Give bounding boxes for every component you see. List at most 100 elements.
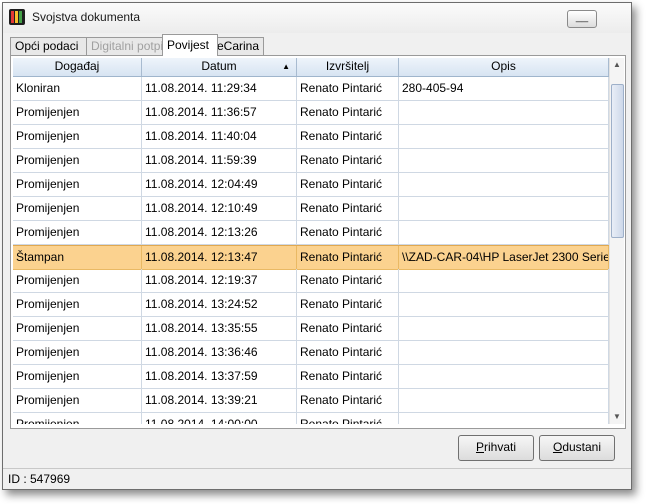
table-header: Događaj Datum ▲ Izvršitelj Opis [13,58,609,77]
column-header-date-label: Datum [201,59,237,73]
tab-history[interactable]: Povijest [162,34,218,56]
cell-description [399,101,609,125]
accept-button-label: Prihvati [475,440,517,454]
cell-user: Renato Pintarić [297,77,399,101]
cell-user: Renato Pintarić [297,365,399,389]
document-id: ID : 547969 [8,472,71,486]
cell-event: Promijenjen [13,149,142,173]
title-bar: Svojstva dokumenta __ [3,3,631,33]
cell-event: Promijenjen [13,293,142,317]
cell-description [399,293,609,317]
cell-date: 11.08.2014. 13:37:59 [142,365,297,389]
cell-event: Promijenjen [13,413,142,424]
cell-date: 11.08.2014. 14:00:00 [142,413,297,424]
cell-date: 11.08.2014. 12:19:37 [142,269,297,293]
scroll-up-arrow-icon[interactable]: ▲ [610,58,624,72]
cell-date: 11.08.2014. 13:24:52 [142,293,297,317]
cell-user: Renato Pintarić [297,149,399,173]
cell-description [399,221,609,245]
table-row[interactable]: Promijenjen 11.08.2014. 12:04:49 Renato Pi… [13,173,609,197]
cell-event: Kloniran [13,77,142,101]
tab-ecarina[interactable]: eCarina [212,37,264,55]
tab-digital-signature: Digitalni potpis [86,37,169,55]
cell-date: 11.08.2014. 11:29:34 [142,77,297,101]
history-table[interactable]: Događaj Datum ▲ Izvršitelj Opis Kloniran… [13,58,609,424]
cell-event: Promijenjen [13,125,142,149]
cell-date: 11.08.2014. 11:40:04 [142,125,297,149]
column-header-event[interactable]: Događaj [13,58,142,76]
table-row-selected[interactable]: Štampan 11.08.2014. 12:13:47 Renato Pintar… [13,245,609,270]
cell-date: 11.08.2014. 12:04:49 [142,173,297,197]
document-properties-window: Svojstva dokumenta __ Opći podaci Digita… [2,2,632,490]
table-row[interactable]: Promijenjen 11.08.2014. 11:36:57 Renato Pi… [13,101,609,125]
table-row[interactable]: Promijenjen 11.08.2014. 13:37:59 Renato Pi… [13,365,609,389]
column-header-user[interactable]: Izvršitelj [297,58,399,76]
cell-date: 11.08.2014. 13:39:21 [142,389,297,413]
cell-event: Promijenjen [13,317,142,341]
cell-user: Renato Pintarić [297,101,399,125]
table-row[interactable]: Promijenjen 11.08.2014. 12:10:49 Renato Pi… [13,197,609,221]
cancel-button-label: Odustani [552,440,602,454]
table-row[interactable]: Promijenjen 11.08.2014. 11:40:04 Renato Pi… [13,125,609,149]
tab-strip: Opći podaci Digitalni potpis Povijest eC… [10,34,630,56]
cell-date: 11.08.2014. 11:59:39 [142,149,297,173]
scroll-down-arrow-icon[interactable]: ▼ [610,410,624,424]
cell-user: Renato Pintarić [297,293,399,317]
cell-user: Renato Pintarić [297,317,399,341]
cell-event: Promijenjen [13,365,142,389]
scrollbar-thumb[interactable] [611,84,624,238]
cell-event: Promijenjen [13,197,142,221]
cell-user: Renato Pintarić [297,197,399,221]
window-title: Svojstva dokumenta [32,10,141,24]
cell-user: Renato Pintarić [297,173,399,197]
column-header-date[interactable]: Datum ▲ [142,58,297,76]
vertical-scrollbar[interactable]: ▲ ▼ [609,58,624,424]
history-panel: Događaj Datum ▲ Izvršitelj Opis Kloniran… [10,55,626,429]
app-icon [9,9,25,25]
cell-description [399,197,609,221]
table-row[interactable]: Promijenjen 11.08.2014. 13:39:21 Renato Pi… [13,389,609,413]
cell-description [399,149,609,173]
table-row[interactable]: Kloniran 11.08.2014. 11:29:34 Renato Pinta… [13,77,609,101]
cell-description [399,125,609,149]
cell-event: Štampan [13,246,142,270]
cell-user: Renato Pintarić [297,389,399,413]
cell-description [399,341,609,365]
cell-description [399,173,609,197]
minimize-button[interactable]: __ [567,10,597,28]
cell-user: Renato Pintarić [297,125,399,149]
cell-date: 11.08.2014. 13:35:55 [142,317,297,341]
table-row[interactable]: Promijenjen 11.08.2014. 13:24:52 Renato Pi… [13,293,609,317]
table-row[interactable]: Promijenjen 11.08.2014. 11:59:39 Renato Pi… [13,149,609,173]
status-bar: ID : 547969 [3,468,631,489]
column-header-description[interactable]: Opis [399,58,609,76]
cell-description [399,365,609,389]
cell-user: Renato Pintarić [297,341,399,365]
cell-description [399,413,609,424]
cell-description: \\ZAD-CAR-04\HP LaserJet 2300 Series [399,246,609,270]
cell-event: Promijenjen [13,269,142,293]
cell-event: Promijenjen [13,341,142,365]
cell-description [399,317,609,341]
cell-date: 11.08.2014. 12:13:47 [142,246,297,270]
cell-event: Promijenjen [13,389,142,413]
cell-user: Renato Pintarić [297,246,399,270]
cell-event: Promijenjen [13,221,142,245]
table-row[interactable]: Promijenjen 11.08.2014. 13:36:46 Renato Pi… [13,341,609,365]
cell-date: 11.08.2014. 11:36:57 [142,101,297,125]
table-row[interactable]: Promijenjen 11.08.2014. 13:35:55 Renato Pi… [13,317,609,341]
table-row[interactable]: Promijenjen 11.08.2014. 14:00:00 Renato Pi… [13,413,609,424]
cell-description [399,389,609,413]
cell-event: Promijenjen [13,173,142,197]
cell-date: 11.08.2014. 13:36:46 [142,341,297,365]
table-row[interactable]: Promijenjen 11.08.2014. 12:19:37 Renato Pi… [13,269,609,293]
cancel-button[interactable]: Odustani [539,435,615,461]
tab-general[interactable]: Opći podaci [10,37,88,55]
cell-date: 11.08.2014. 12:13:26 [142,221,297,245]
cell-user: Renato Pintarić [297,413,399,424]
cell-event: Promijenjen [13,101,142,125]
cell-date: 11.08.2014. 12:10:49 [142,197,297,221]
cell-description [399,269,609,293]
accept-button[interactable]: Prihvati [458,435,534,461]
table-row[interactable]: Promijenjen 11.08.2014. 12:13:26 Renato Pi… [13,221,609,245]
